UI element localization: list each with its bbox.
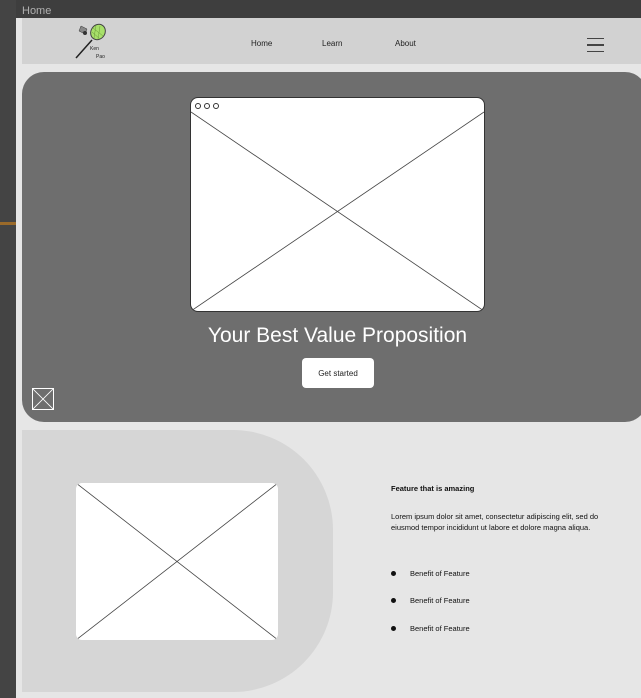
bullet-icon bbox=[391, 598, 396, 603]
hero-section: Your Best Value Proposition Get started bbox=[22, 72, 641, 422]
feature-image-placeholder bbox=[76, 483, 278, 640]
page-frame: Ken Pao Home Learn About Your Best Value… bbox=[16, 18, 641, 698]
bullet-icon bbox=[391, 571, 396, 576]
badminton-logo-icon bbox=[75, 23, 106, 59]
image-placeholder-icon bbox=[191, 111, 484, 311]
image-placeholder-icon bbox=[76, 483, 278, 640]
frame-label: Home bbox=[22, 5, 52, 17]
benefit-text: Benefit of Feature bbox=[410, 596, 470, 605]
nav-link-home[interactable]: Home bbox=[251, 39, 272, 48]
hamburger-menu-icon[interactable] bbox=[587, 38, 604, 52]
logo[interactable]: Ken Pao bbox=[72, 22, 118, 62]
benefit-text: Benefit of Feature bbox=[410, 624, 470, 633]
benefit-text: Benefit of Feature bbox=[410, 569, 470, 578]
logo-text-line2: Pao bbox=[96, 54, 105, 60]
logo-text-line1: Ken bbox=[90, 46, 99, 52]
bullet-icon bbox=[391, 626, 396, 631]
nav-link-learn[interactable]: Learn bbox=[322, 39, 342, 48]
hero-image-placeholder bbox=[190, 97, 485, 312]
canvas-accent-mark bbox=[0, 222, 16, 225]
canvas-left-strip bbox=[0, 0, 16, 698]
feature-description: Lorem ipsum dolor sit amet, consectetur … bbox=[391, 512, 599, 532]
hero-title: Your Best Value Proposition bbox=[207, 324, 468, 347]
browser-window-dots bbox=[195, 103, 219, 109]
nav-link-about[interactable]: About bbox=[395, 39, 416, 48]
get-started-button[interactable]: Get started bbox=[302, 358, 374, 388]
navbar: Ken Pao Home Learn About bbox=[22, 18, 641, 64]
image-placeholder-icon bbox=[32, 388, 54, 410]
feature-title: Feature that is amazing bbox=[391, 484, 475, 493]
